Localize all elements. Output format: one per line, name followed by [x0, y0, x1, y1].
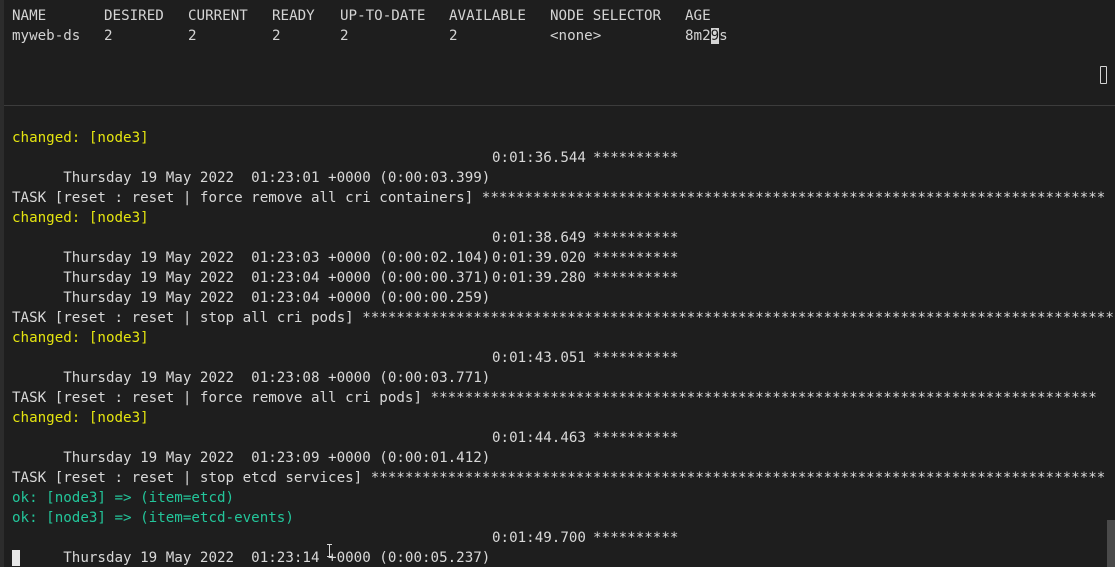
log-changed-line: changed: [node3] — [12, 130, 149, 146]
header-desired: DESIRED — [104, 8, 164, 24]
log-changed-line: changed: [node3] — [12, 410, 149, 426]
log-changed-line: changed: [node3] — [12, 210, 149, 226]
header-ready: READY — [272, 8, 315, 24]
log-elapsed: 0:01:39.280 — [492, 270, 586, 286]
log-timestamp: Thursday 19 May 2022 01:23:04 +0000 (0:0… — [63, 290, 491, 306]
log-ok-line: ok: [node3] => (item=etcd) — [12, 490, 235, 506]
log-timing-line: Thursday 19 May 2022 01:23:03 +0000 (0:0… — [12, 228, 678, 266]
age-text-before: 8m2 — [685, 28, 711, 44]
log-stars: ********** — [593, 250, 679, 266]
header-up-to-date: UP-TO-DATE — [340, 8, 426, 24]
log-stars: ********** — [593, 350, 679, 366]
log-stars: ********** — [593, 230, 679, 246]
age-text-after: s — [719, 28, 728, 44]
table-header-row: NAME DESIRED CURRENT READY UP-TO-DATE AV… — [12, 6, 711, 26]
header-current: CURRENT — [188, 8, 248, 24]
log-elapsed: 0:01:38.649 — [492, 230, 586, 246]
top-terminal-pane[interactable]: NAME DESIRED CURRENT READY UP-TO-DATE AV… — [4, 0, 1115, 105]
cell-age: 8m29s — [685, 26, 728, 46]
log-task-header: TASK [reset : reset | force remove all c… — [12, 190, 1106, 206]
cell-name: myweb-ds — [12, 28, 81, 44]
bottom-terminal-pane[interactable]: changed: [node3] Thursday 19 May 2022 01… — [4, 106, 1115, 567]
cell-available: 2 — [449, 28, 458, 44]
log-ok-line: ok: [node3] => (item=etcd-events) — [12, 510, 294, 526]
log-timing-line: Thursday 19 May 2022 01:23:08 +0000 (0:0… — [12, 348, 678, 386]
log-elapsed: 0:01:43.051 — [492, 350, 586, 366]
terminal-cursor — [12, 550, 20, 566]
log-task-header: TASK [reset : reset | stop all cri pods]… — [12, 310, 1115, 326]
log-timing-line: Thursday 19 May 2022 01:23:04 +0000 (0:0… — [12, 268, 678, 306]
log-task-header: TASK [reset : reset | force remove all c… — [12, 390, 1097, 406]
log-timestamp: Thursday 19 May 2022 01:23:14 +0000 (0:0… — [63, 550, 491, 566]
cell-desired: 2 — [104, 28, 113, 44]
log-timing-line: Thursday 19 May 2022 01:23:01 +0000 (0:0… — [12, 148, 678, 186]
log-elapsed: 0:01:39.020 — [492, 250, 586, 266]
ibeam-bar — [329, 545, 330, 556]
mouse-ibeam-icon — [326, 544, 333, 557]
log-timing-line: Thursday 19 May 2022 01:23:04 +0000 (0:0… — [12, 248, 678, 286]
scroll-indicator-icon[interactable] — [1100, 66, 1107, 84]
text-caret: 9 — [710, 28, 720, 44]
log-stars: ********** — [593, 430, 679, 446]
cell-up-to-date: 2 — [340, 28, 349, 44]
ibeam-bottom-cap — [327, 556, 332, 557]
log-stars: ********** — [593, 150, 679, 166]
log-timestamp: Thursday 19 May 2022 01:23:08 +0000 (0:0… — [63, 370, 491, 386]
terminal-window[interactable]: NAME DESIRED CURRENT READY UP-TO-DATE AV… — [0, 0, 1115, 567]
log-timestamp: Thursday 19 May 2022 01:23:01 +0000 (0:0… — [63, 170, 491, 186]
log-timestamp: Thursday 19 May 2022 01:23:09 +0000 (0:0… — [63, 450, 491, 466]
log-task-header: TASK [reset : reset | stop etcd services… — [12, 470, 1106, 486]
log-elapsed: 0:01:49.700 — [492, 530, 586, 546]
log-changed-line: changed: [node3] — [12, 330, 149, 346]
header-available: AVAILABLE — [449, 8, 526, 24]
header-age: AGE — [685, 8, 711, 24]
header-node-selector: NODE SELECTOR — [550, 8, 662, 24]
log-stars: ********** — [593, 270, 679, 286]
log-stars: ********** — [593, 530, 679, 546]
cell-node-selector: <none> — [550, 28, 602, 44]
log-timing-line: Thursday 19 May 2022 01:23:09 +0000 (0:0… — [12, 428, 678, 466]
log-elapsed: 0:01:44.463 — [492, 430, 586, 446]
cell-ready: 2 — [272, 28, 281, 44]
header-name: NAME — [12, 8, 47, 24]
table-row: myweb-ds 2 2 2 2 2 <none> 8m29s — [12, 26, 728, 46]
cell-current: 2 — [188, 28, 197, 44]
scrollbar-thumb[interactable] — [1107, 520, 1115, 567]
log-timing-line: Thursday 19 May 2022 01:23:14 +0000 (0:0… — [12, 528, 678, 566]
log-elapsed: 0:01:36.544 — [492, 150, 586, 166]
